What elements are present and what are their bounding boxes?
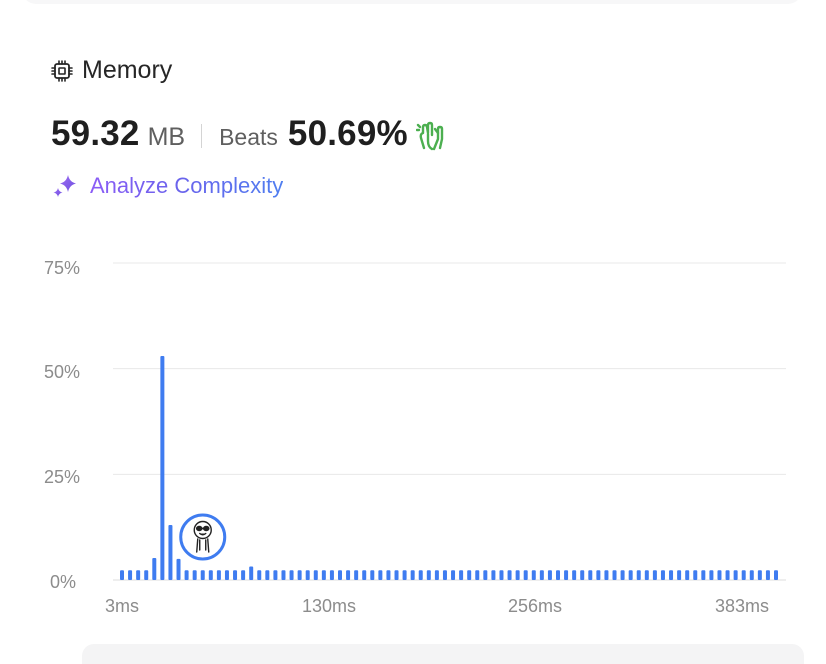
chart-bar[interactable] <box>765 570 770 580</box>
chart-bar[interactable] <box>499 570 504 580</box>
chart-bar[interactable] <box>410 570 415 580</box>
chart-bar[interactable] <box>709 570 714 580</box>
chart-bar[interactable] <box>128 570 133 580</box>
y-tick-label: 50% <box>44 362 80 382</box>
x-tick-label: 256ms <box>508 596 562 616</box>
chart-bar[interactable] <box>588 570 593 580</box>
chart-bar[interactable] <box>459 570 464 580</box>
chart-bar[interactable] <box>257 570 262 580</box>
chart-bar[interactable] <box>249 566 254 580</box>
chart-bar[interactable] <box>241 570 246 580</box>
memory-distribution-chart: 75% 50% 25% 0% 3ms 130ms 256ms 383ms <box>44 258 786 616</box>
next-card-edge <box>82 644 804 664</box>
chart-bar[interactable] <box>329 570 334 580</box>
chart-bar[interactable] <box>426 570 431 580</box>
chart-bar[interactable] <box>289 570 294 580</box>
chart-bar[interactable] <box>273 570 278 580</box>
chart-bar[interactable] <box>346 570 351 580</box>
x-tick-label: 383ms <box>715 596 769 616</box>
chart-bar[interactable] <box>144 570 149 580</box>
chart-bar[interactable] <box>596 570 601 580</box>
chart-bar[interactable] <box>442 570 447 580</box>
chart-bar[interactable] <box>572 570 577 580</box>
chart-bar[interactable] <box>612 570 617 580</box>
chart-bar[interactable] <box>402 570 407 580</box>
chart-bar[interactable] <box>644 570 649 580</box>
chart-bar[interactable] <box>669 570 674 580</box>
chart-bar[interactable] <box>136 570 141 580</box>
chart-bar[interactable] <box>184 570 189 580</box>
x-tick-label: 3ms <box>105 596 139 616</box>
chart-bar[interactable] <box>192 570 197 580</box>
chart-bar[interactable] <box>265 570 270 580</box>
chart-bar[interactable] <box>451 570 456 580</box>
y-tick-label: 75% <box>44 258 80 278</box>
chart-bar[interactable] <box>152 558 157 580</box>
chart-bar[interactable] <box>652 570 657 580</box>
chart-bar[interactable] <box>233 570 238 580</box>
chart-bar[interactable] <box>741 570 746 580</box>
chart-bar[interactable] <box>362 570 367 580</box>
chart-bar[interactable] <box>556 570 560 580</box>
y-tick-label: 25% <box>44 467 80 487</box>
chart-bar[interactable] <box>701 570 706 580</box>
chart-bar[interactable] <box>539 570 544 580</box>
chart-bar[interactable] <box>507 570 512 580</box>
y-axis-ticks: 75% 50% 25% 0% <box>44 258 80 592</box>
chart-bar[interactable] <box>475 570 480 580</box>
chart-bar[interactable] <box>160 355 165 580</box>
chart-bar[interactable] <box>120 570 124 580</box>
chart-bar[interactable] <box>467 570 472 580</box>
chart-bar[interactable] <box>168 525 173 580</box>
chart-bar[interactable] <box>305 570 310 580</box>
chart-bar[interactable] <box>620 570 625 580</box>
chart-bar[interactable] <box>628 570 633 580</box>
chart-bar[interactable] <box>660 570 665 580</box>
avatar-marker[interactable] <box>179 513 227 561</box>
chart-bar[interactable] <box>200 570 205 580</box>
chart-bar[interactable] <box>216 570 221 580</box>
chart-bar[interactable] <box>636 570 641 580</box>
chart-bar[interactable] <box>693 570 698 580</box>
chart-bar[interactable] <box>515 570 520 580</box>
chart-bar[interactable] <box>313 570 318 580</box>
chart-bar[interactable] <box>604 570 609 580</box>
chart-bar[interactable] <box>733 570 738 580</box>
chart-bar[interactable] <box>394 570 399 580</box>
chart-bar[interactable] <box>297 570 302 580</box>
x-tick-label: 130ms <box>302 596 356 616</box>
chart-bar[interactable] <box>338 570 342 580</box>
chart-bar[interactable] <box>281 570 286 580</box>
chart-bar[interactable] <box>523 570 528 580</box>
chart-bar[interactable] <box>370 570 375 580</box>
chart-bar[interactable] <box>386 570 391 580</box>
chart-bar[interactable] <box>725 570 730 580</box>
chart-bar[interactable] <box>378 570 383 580</box>
chart-bar[interactable] <box>491 570 496 580</box>
chart-bar[interactable] <box>564 570 569 580</box>
x-axis-ticks: 3ms 130ms 256ms 383ms <box>105 596 769 616</box>
chart-bar[interactable] <box>418 570 423 580</box>
chart-bar[interactable] <box>774 570 778 580</box>
chart-bar[interactable] <box>176 558 181 580</box>
chart-bar[interactable] <box>547 570 552 580</box>
chart-bar[interactable] <box>757 570 762 580</box>
chart-bar[interactable] <box>531 570 536 580</box>
chart-bar[interactable] <box>321 570 326 580</box>
chart-bar[interactable] <box>208 570 213 580</box>
chart-bar[interactable] <box>685 570 690 580</box>
chart-bar[interactable] <box>224 570 229 580</box>
chart-bar[interactable] <box>749 570 754 580</box>
chart-bar[interactable] <box>354 570 359 580</box>
chart-bar[interactable] <box>483 570 488 580</box>
chart-bar[interactable] <box>717 570 722 580</box>
chart-bar[interactable] <box>677 570 682 580</box>
chart-bar[interactable] <box>580 570 585 580</box>
chart-bar[interactable] <box>434 570 439 580</box>
y-tick-label: 0% <box>50 572 76 592</box>
